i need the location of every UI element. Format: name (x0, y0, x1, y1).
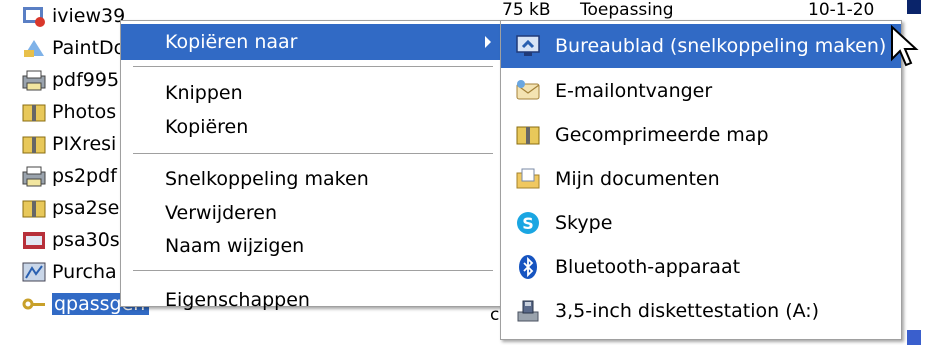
file-row[interactable]: psa2se (0, 192, 119, 224)
submenu-item-my-documents[interactable]: Mijn documenten (501, 157, 901, 201)
submenu-item-label: E-mailontvanger (555, 80, 713, 102)
key-icon (20, 292, 48, 316)
bluetooth-icon (515, 254, 541, 280)
scrollbar-thumb[interactable] (907, 0, 921, 14)
file-name: pdf995 (52, 69, 120, 91)
menu-item-label: Eigenschappen (165, 289, 310, 311)
menu-item-label: Naam wijzigen (165, 235, 305, 257)
zip-folder-icon (20, 132, 48, 156)
menu-item-rename[interactable]: Naam wijzigen (121, 228, 501, 264)
context-menu: Kopiëren naar Knippen Kopiëren Snelkoppe… (120, 20, 502, 311)
file-row[interactable]: iview39 (0, 0, 125, 32)
file-name: psa2se (52, 197, 120, 219)
file-name: PIXresi (52, 133, 117, 155)
setup-icon (20, 260, 48, 284)
documents-folder-icon (515, 166, 541, 192)
submenu-item-desktop[interactable]: Bureaublad (snelkoppeling maken) (501, 24, 901, 68)
submenu-item-label: 3,5-inch diskettestation (A:) (555, 300, 820, 322)
submenu-item-label: Skype (555, 212, 613, 234)
file-name: Purcha (52, 261, 117, 283)
zip-folder-icon (20, 100, 48, 124)
file-row[interactable]: Photos (0, 96, 116, 128)
menu-item-label: Verwijderen (165, 202, 277, 224)
menu-item-label: Knippen (165, 82, 243, 104)
menu-separator (133, 270, 493, 271)
zip-folder-icon (20, 196, 48, 220)
file-row[interactable]: ps2pdf (0, 160, 117, 192)
scrollbar-arrow[interactable] (907, 330, 921, 345)
menu-item-copy-to[interactable]: Kopiëren naar (121, 24, 501, 60)
printer-icon (20, 164, 48, 188)
zip-folder-icon (515, 122, 541, 148)
menu-item-create-shortcut[interactable]: Snelkoppeling maken (121, 161, 501, 197)
submenu-item-label: Bluetooth-apparaat (555, 256, 741, 278)
file-name: psa30s (52, 229, 120, 251)
file-row[interactable]: PIXresi (0, 128, 116, 160)
submenu-item-bluetooth[interactable]: Bluetooth-apparaat (501, 245, 901, 289)
file-date: 10-1-20 (808, 0, 875, 20)
submenu-item-compressed-folder[interactable]: Gecomprimeerde map (501, 113, 901, 157)
application-icon (20, 4, 48, 28)
installer-icon (20, 228, 48, 252)
mail-icon (515, 78, 541, 104)
file-name: ps2pdf (52, 165, 117, 187)
floppy-drive-icon (515, 298, 541, 324)
menu-item-delete[interactable]: Verwijderen (121, 195, 501, 231)
menu-item-label: Kopiëren (165, 116, 249, 138)
submenu-item-floppy-drive[interactable]: 3,5-inch diskettestation (A:) (501, 289, 901, 333)
send-to-submenu: Bureaublad (snelkoppeling maken) E-mailo… (500, 20, 902, 340)
submenu-arrow-icon (485, 36, 491, 48)
mouse-cursor (890, 24, 920, 75)
file-name: iview39 (52, 5, 126, 27)
file-name: Photos (52, 101, 117, 123)
paint-icon (20, 36, 48, 60)
menu-separator (133, 153, 493, 154)
svg-text:S: S (522, 214, 534, 233)
printer-icon (20, 68, 48, 92)
menu-item-label: Kopiëren naar (165, 31, 298, 53)
submenu-item-mail-recipient[interactable]: E-mailontvanger (501, 69, 901, 113)
submenu-item-label: Gecomprimeerde map (555, 124, 769, 146)
file-row[interactable]: PaintDo (0, 32, 125, 64)
skype-icon: S (515, 210, 541, 236)
submenu-item-label: Mijn documenten (555, 168, 720, 190)
file-row[interactable]: pdf995 (0, 64, 119, 96)
menu-item-label: Snelkoppeling maken (165, 168, 369, 190)
menu-item-copy[interactable]: Kopiëren (121, 109, 501, 145)
desktop-icon (515, 33, 541, 59)
file-name: PaintDo (52, 37, 126, 59)
submenu-item-skype[interactable]: S Skype (501, 201, 901, 245)
submenu-item-label: Bureaublad (snelkoppeling maken) (555, 35, 887, 57)
file-row[interactable]: psa30s (0, 224, 120, 256)
file-row[interactable]: Purcha (0, 256, 117, 288)
file-size: 75 kB (502, 0, 551, 20)
menu-item-properties[interactable]: Eigenschappen (121, 282, 501, 318)
menu-item-cut[interactable]: Knippen (121, 75, 501, 111)
menu-separator (133, 66, 493, 67)
file-type: Toepassing (580, 0, 674, 20)
